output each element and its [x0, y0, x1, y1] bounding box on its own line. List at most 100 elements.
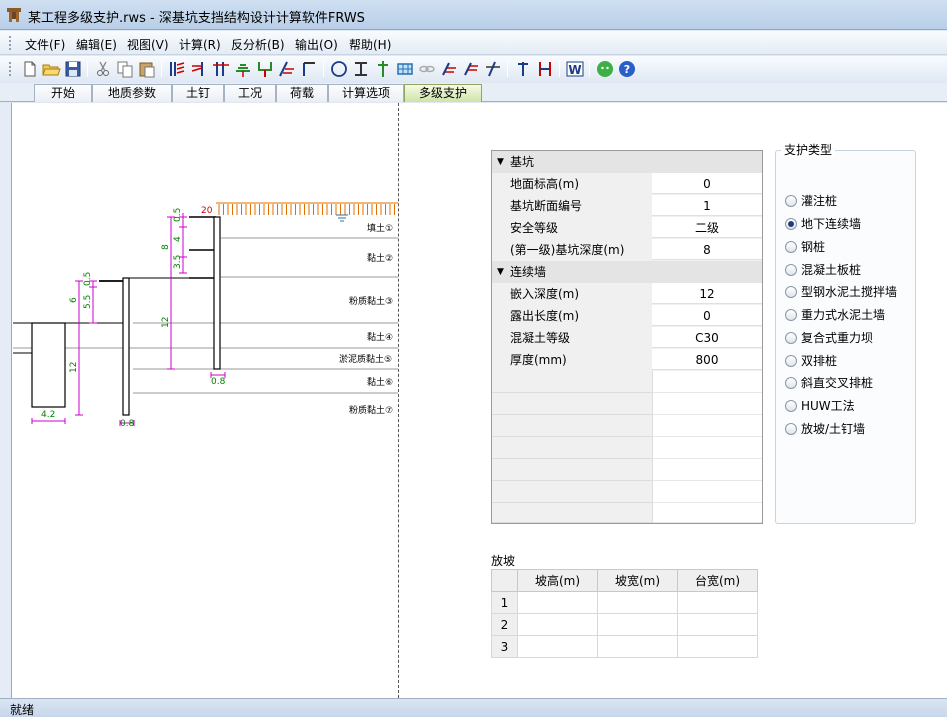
tab-compute-options[interactable]: 计算选项 — [328, 84, 404, 102]
property-key: 安全等级 — [510, 217, 652, 239]
svg-text:W: W — [568, 63, 581, 77]
menu-grip[interactable] — [9, 36, 11, 50]
left-frame — [0, 103, 12, 698]
category-diaphragm-wall[interactable]: ▼ 连续墙 — [492, 261, 762, 283]
table-cell[interactable] — [677, 613, 758, 636]
tier1-wall — [31, 322, 66, 408]
property-row[interactable]: (第一级)基坑深度(m) 8 — [492, 239, 762, 261]
table-cell[interactable] — [597, 613, 678, 636]
tab-multi-level-support[interactable]: 多级支护 — [404, 84, 482, 102]
circle-slip-icon[interactable] — [329, 59, 349, 79]
save-icon[interactable] — [63, 59, 83, 79]
menu-help[interactable]: 帮助(H) — [349, 36, 391, 53]
soil-layer-label: 黏土⑥ — [367, 376, 393, 388]
toolbar-grip[interactable] — [9, 62, 11, 76]
empty-row — [492, 437, 762, 459]
soil-layer-label: 填土① — [367, 222, 393, 234]
collapse-triangle-icon[interactable]: ▼ — [497, 151, 504, 173]
collapse-triangle-icon[interactable]: ▼ — [497, 261, 504, 283]
retaining-icon[interactable] — [299, 59, 319, 79]
category-foundation-pit[interactable]: ▼ 基坑 — [492, 151, 762, 173]
dim-label: 12 — [161, 317, 171, 328]
table-cell[interactable] — [597, 635, 678, 658]
toolbar-separator — [507, 61, 508, 77]
property-key: 厚度(mm) — [510, 349, 652, 371]
section-icon[interactable] — [513, 59, 533, 79]
beam-icon[interactable] — [351, 59, 371, 79]
dim-label: 12 — [69, 362, 79, 373]
property-row[interactable]: 地面标高(m) 0 — [492, 173, 762, 195]
property-value[interactable]: 8 — [652, 239, 762, 260]
paste-icon[interactable] — [137, 59, 157, 79]
status-text: 就绪 — [10, 703, 35, 717]
copy-icon[interactable] — [115, 59, 135, 79]
dim-label: 0.5 — [173, 208, 183, 222]
tab-geology[interactable]: 地质参数 — [92, 84, 172, 102]
table-cell[interactable] — [597, 591, 678, 614]
empty-row — [492, 459, 762, 481]
property-row[interactable]: 安全等级 二级 — [492, 217, 762, 239]
strut-icon[interactable] — [211, 59, 231, 79]
property-value[interactable]: 12 — [652, 283, 762, 304]
table-cell[interactable] — [677, 591, 758, 614]
layer-a-icon[interactable] — [439, 59, 459, 79]
property-value[interactable]: C30 — [652, 327, 762, 348]
soil-layer-label: 黏土② — [367, 252, 393, 264]
toolbar-separator — [323, 61, 324, 77]
layer-b-icon[interactable] — [461, 59, 481, 79]
menu-back-analysis[interactable]: 反分析(B) — [231, 36, 285, 53]
new-file-icon[interactable] — [20, 59, 40, 79]
menu-edit[interactable]: 编辑(E) — [76, 36, 117, 53]
property-value[interactable]: 800 — [652, 349, 762, 370]
property-key: 嵌入深度(m) — [510, 283, 652, 305]
table-cell[interactable] — [677, 635, 758, 658]
layer-c-icon[interactable] — [483, 59, 503, 79]
property-value[interactable]: 1 — [652, 195, 762, 216]
chain-icon[interactable] — [417, 59, 437, 79]
title-bar: 某工程多级支护.rws - 深基坑支挡结构设计计算软件FRWS — [0, 0, 947, 30]
support-red-icon[interactable] — [535, 59, 555, 79]
tab-soil-nail[interactable]: 土钉 — [172, 84, 224, 102]
word-export-icon[interactable]: W — [565, 59, 585, 79]
anchor-icon[interactable] — [189, 59, 209, 79]
help-icon[interactable]: ? — [617, 59, 637, 79]
menu-file[interactable]: 文件(F) — [25, 36, 65, 53]
table-row: 2 — [491, 613, 758, 636]
open-folder-icon[interactable] — [41, 59, 61, 79]
drain-icon[interactable] — [255, 59, 275, 79]
property-value[interactable]: 0 — [652, 173, 762, 194]
property-row[interactable]: 嵌入深度(m) 12 — [492, 283, 762, 305]
table-cell[interactable] — [517, 591, 598, 614]
water-table-icon — [336, 214, 348, 222]
status-bar: 就绪 — [0, 698, 947, 717]
property-value[interactable]: 0 — [652, 305, 762, 326]
menu-output[interactable]: 输出(O) — [295, 36, 338, 53]
tab-load[interactable]: 荷载 — [276, 84, 328, 102]
table-cell[interactable] — [517, 635, 598, 658]
property-row[interactable]: 厚度(mm) 800 — [492, 349, 762, 371]
property-row[interactable]: 混凝土等级 C30 — [492, 327, 762, 349]
slope-icon[interactable] — [277, 59, 297, 79]
property-key: (第一级)基坑深度(m) — [510, 239, 652, 261]
pile-wall-icon[interactable] — [167, 59, 187, 79]
cut-icon[interactable] — [93, 59, 113, 79]
dim-label: 0.8 — [211, 377, 226, 387]
tab-start[interactable]: 开始 — [34, 84, 92, 102]
toolbar-separator — [589, 61, 590, 77]
pane-divider[interactable] — [398, 103, 399, 698]
property-row[interactable]: 露出长度(m) 0 — [492, 305, 762, 327]
dim-label: 4.2 — [41, 410, 55, 420]
table-row: 3 — [491, 635, 758, 658]
soil-nail-icon[interactable] — [233, 59, 253, 79]
tier3-wall — [213, 216, 221, 370]
chat-icon[interactable] — [595, 59, 615, 79]
menu-view[interactable]: 视图(V) — [127, 36, 169, 53]
property-value[interactable]: 二级 — [652, 217, 762, 238]
tab-working-condition[interactable]: 工况 — [224, 84, 276, 102]
empty-row — [492, 393, 762, 415]
grid-icon[interactable] — [395, 59, 415, 79]
table-cell[interactable] — [517, 613, 598, 636]
property-row[interactable]: 基坑断面编号 1 — [492, 195, 762, 217]
menu-compute[interactable]: 计算(R) — [179, 36, 221, 53]
column-icon[interactable] — [373, 59, 393, 79]
